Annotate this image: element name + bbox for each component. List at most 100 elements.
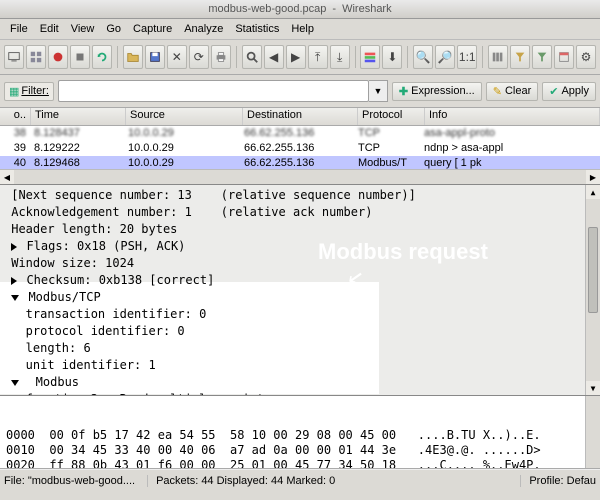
print-icon[interactable] <box>211 45 231 69</box>
menu-edit[interactable]: Edit <box>34 21 65 37</box>
coloring-rules-icon[interactable] <box>554 45 574 69</box>
menu-capture[interactable]: Capture <box>127 21 178 37</box>
status-bar: File: "modbus-web-good.... Packets: 44 D… <box>0 469 600 492</box>
menu-go[interactable]: Go <box>100 21 127 37</box>
filter-label-button[interactable]: ▦ Filter: <box>4 82 54 101</box>
zoom-out-icon[interactable]: 🔎 <box>435 45 455 69</box>
annotation-arrow-icon: ↙ <box>347 266 365 285</box>
details-v-scrollbar[interactable]: ▲ ▼ <box>585 185 600 395</box>
cell-no: 39 <box>0 141 30 156</box>
restart-capture-icon[interactable] <box>92 45 112 69</box>
scroll-up-icon[interactable]: ▲ <box>586 185 600 199</box>
reload-icon[interactable]: ⟳ <box>189 45 209 69</box>
main-toolbar: ✕ ⟳ ◀ ▶ ⤒ ⤓ ⬇ 🔍 🔎 1:1 ⚙ <box>0 40 600 75</box>
hex-v-scrollbar[interactable] <box>585 396 600 468</box>
plus-icon: ✚ <box>399 85 408 98</box>
detail-line[interactable]: Modbus/TCP <box>4 289 596 306</box>
save-file-icon[interactable] <box>145 45 165 69</box>
packet-list-h-scrollbar[interactable]: ◀ ▶ <box>0 169 600 184</box>
status-profile: Profile: Defau <box>520 475 596 487</box>
start-capture-icon[interactable] <box>48 45 68 69</box>
preferences-icon[interactable]: ⚙ <box>576 45 596 69</box>
detail-line[interactable]: Checksum: 0xb138 [correct] <box>4 272 596 289</box>
hex-line[interactable]: 0000 00 0f b5 17 42 ea 54 55 58 10 00 29… <box>6 428 594 443</box>
scroll-left-icon[interactable]: ◀ <box>0 170 14 184</box>
interfaces-icon[interactable] <box>4 45 24 69</box>
col-no[interactable]: o.. <box>0 108 31 125</box>
filter-dropdown-icon[interactable]: ▼ <box>369 80 388 102</box>
annotation-label: Modbus request <box>318 243 488 260</box>
cell-dst: 66.62.255.136 <box>240 126 354 141</box>
status-packets: Packets: 44 Displayed: 44 Marked: 0 <box>147 475 335 487</box>
packet-list-pane[interactable]: o.. Time Source Destination Protocol Inf… <box>0 108 600 185</box>
hex-line[interactable]: 0020 ff 88 0b 43 01 f6 00 00 25 01 00 45… <box>6 458 594 469</box>
zoom-reset-icon[interactable]: 1:1 <box>457 45 477 69</box>
eraser-icon: ✎ <box>493 85 502 98</box>
close-file-icon[interactable]: ✕ <box>167 45 187 69</box>
find-icon[interactable] <box>242 45 262 69</box>
packet-bytes-pane[interactable]: 0000 00 0f b5 17 42 ea 54 55 58 10 00 29… <box>0 396 600 469</box>
col-destination[interactable]: Destination <box>243 108 358 125</box>
resize-columns-icon[interactable] <box>488 45 508 69</box>
colorize-icon[interactable] <box>360 45 380 69</box>
detail-line[interactable]: Modbus <box>4 374 596 391</box>
menu-statistics[interactable]: Statistics <box>229 21 285 37</box>
status-file: File: "modbus-web-good.... <box>4 475 135 487</box>
auto-scroll-icon[interactable]: ⬇ <box>382 45 402 69</box>
packet-list-header: o.. Time Source Destination Protocol Inf… <box>0 108 600 126</box>
filter-input[interactable] <box>58 80 369 102</box>
scrollbar-thumb[interactable] <box>588 227 598 313</box>
display-filters-icon[interactable] <box>532 45 552 69</box>
title-filename: modbus-web-good.pcap <box>208 3 326 15</box>
table-row[interactable]: 398.12922210.0.0.2966.62.255.136TCPndnp … <box>0 141 600 156</box>
cell-src: 10.0.0.29 <box>124 126 240 141</box>
go-forward-icon[interactable]: ▶ <box>286 45 306 69</box>
col-info[interactable]: Info <box>425 108 600 125</box>
menu-file[interactable]: File <box>4 21 34 37</box>
detail-line[interactable]: [Next sequence number: 13 (relative sequ… <box>4 187 596 204</box>
check-icon: ✔ <box>549 85 558 98</box>
cell-no: 38 <box>0 126 30 141</box>
go-first-icon[interactable]: ⤓ <box>330 45 350 69</box>
title-appname: Wireshark <box>342 3 392 15</box>
scroll-right-icon[interactable]: ▶ <box>586 170 600 184</box>
detail-line[interactable]: Header length: 20 bytes <box>4 221 596 238</box>
cell-time: 8.128437 <box>30 126 124 141</box>
window-titlebar: modbus-web-good.pcap - Wireshark <box>0 0 600 19</box>
col-time[interactable]: Time <box>31 108 126 125</box>
stop-capture-icon[interactable] <box>70 45 90 69</box>
zoom-in-icon[interactable]: 🔍 <box>413 45 433 69</box>
detail-line[interactable]: protocol identifier: 0 <box>4 323 596 340</box>
capture-filters-icon[interactable] <box>510 45 530 69</box>
scroll-down-icon[interactable]: ▼ <box>586 381 600 395</box>
detail-line[interactable]: Flags: 0x18 (PSH, ACK) <box>4 238 596 255</box>
cell-info: ndnp > asa-appl <box>420 141 600 156</box>
filter-toolbar: ▦ Filter: ▼ ✚ Expression... ✎ Clear ✔ Ap… <box>0 75 600 108</box>
detail-line[interactable]: Window size: 1024 <box>4 255 596 272</box>
detail-line[interactable]: unit identifier: 1 <box>4 357 596 374</box>
menu-bar: File Edit View Go Capture Analyze Statis… <box>0 19 600 40</box>
cell-time: 8.129222 <box>30 141 124 156</box>
col-protocol[interactable]: Protocol <box>358 108 425 125</box>
go-to-packet-icon[interactable]: ⤒ <box>308 45 328 69</box>
expression-button[interactable]: ✚ Expression... <box>392 82 482 101</box>
clear-button[interactable]: ✎ Clear <box>486 82 539 101</box>
menu-view[interactable]: View <box>65 21 101 37</box>
cell-dst: 66.62.255.136 <box>240 141 354 156</box>
go-back-icon[interactable]: ◀ <box>264 45 284 69</box>
detail-line[interactable]: Acknowledgement number: 1 (relative ack … <box>4 204 596 221</box>
detail-line[interactable]: transaction identifier: 0 <box>4 306 596 323</box>
menu-help[interactable]: Help <box>285 21 320 37</box>
options-icon[interactable] <box>26 45 46 69</box>
cell-info: asa-appl-proto <box>420 126 600 141</box>
menu-analyze[interactable]: Analyze <box>178 21 229 37</box>
packet-details-pane[interactable]: [Next sequence number: 13 (relative sequ… <box>0 185 600 396</box>
table-row[interactable]: 388.12843710.0.0.2966.62.255.136TCPasa-a… <box>0 126 600 141</box>
apply-button[interactable]: ✔ Apply <box>542 82 596 101</box>
col-source[interactable]: Source <box>126 108 243 125</box>
hex-line[interactable]: 0010 00 34 45 33 40 00 40 06 a7 ad 0a 00… <box>6 443 594 458</box>
open-file-icon[interactable] <box>123 45 143 69</box>
detail-line[interactable]: length: 6 <box>4 340 596 357</box>
cell-src: 10.0.0.29 <box>124 141 240 156</box>
filter-icon: ▦ <box>9 85 19 98</box>
